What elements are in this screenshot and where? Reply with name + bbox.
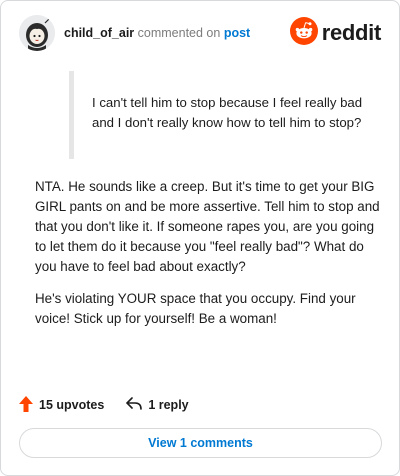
quoted-text-block: I can't tell him to stop because I feel … — [69, 71, 374, 159]
commented-on-text: commented on — [137, 26, 221, 40]
comment-header: child_of_air commented on post reddit — [19, 15, 381, 51]
view-comments-button[interactable]: View 1 comments — [19, 428, 382, 458]
reddit-logo-icon — [289, 16, 318, 50]
upvote-button[interactable]: 15 upvotes — [19, 395, 105, 415]
upvotes-count: 15 upvotes — [39, 398, 105, 412]
comment-body: NTA. He sounds like a creep. But it's ti… — [35, 177, 380, 341]
reply-button[interactable]: 1 reply — [126, 396, 189, 414]
comment-actions: 15 upvotes 1 reply — [19, 395, 211, 415]
comment-paragraph-2: He's violating YOUR space that you occup… — [35, 291, 356, 326]
username-link[interactable]: child_of_air — [64, 26, 134, 40]
comment-paragraph-1: NTA. He sounds like a creep. But it's ti… — [35, 179, 380, 274]
avatar[interactable] — [19, 15, 55, 51]
upvote-arrow-icon — [19, 395, 39, 415]
comment-meta: child_of_air commented on post — [64, 26, 250, 40]
post-link[interactable]: post — [224, 26, 250, 40]
comment-card: child_of_air commented on post reddit I … — [0, 0, 400, 476]
reddit-wordmark: reddit — [321, 20, 382, 45]
quote-text: I can't tell him to stop because I feel … — [92, 95, 363, 130]
reply-arrow-icon — [126, 396, 148, 414]
reddit-brand[interactable]: reddit — [289, 16, 382, 50]
reply-count: 1 reply — [148, 398, 189, 412]
